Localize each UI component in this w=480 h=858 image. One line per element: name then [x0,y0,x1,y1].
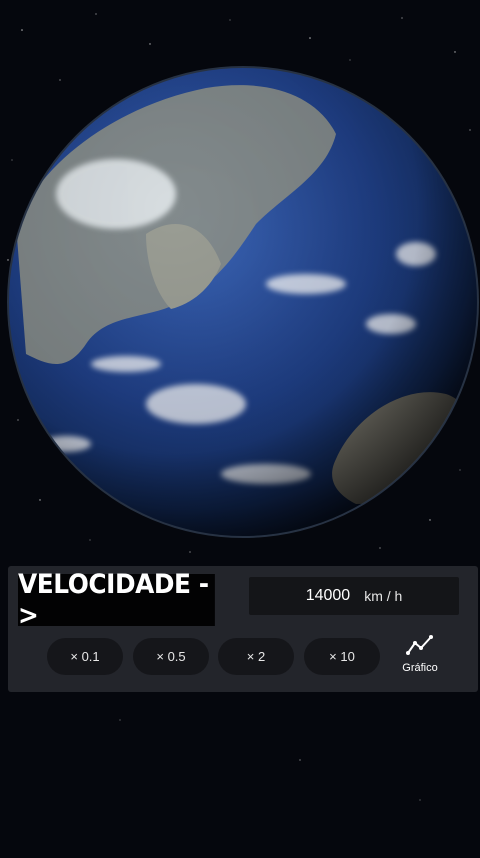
speed-value: 14000 [305,587,351,604]
line-chart-icon [406,635,433,655]
graph-label: Gráfico [402,662,438,674]
multiplier-0-5-button[interactable]: × 0.5 [133,638,209,675]
speed-unit: km / h [364,588,403,604]
multiplier-10-button[interactable]: × 10 [304,638,380,675]
multiplier-0-1-button[interactable]: × 0.1 [47,638,123,675]
velocity-label: VELOCIDADE -> [18,569,215,631]
earth-icon [7,66,479,538]
simulation-control-panel: VELOCIDADE -> 14000 km / h × 0.1 × 0.5 ×… [8,566,478,692]
speed-input[interactable]: 14000 km / h [249,577,459,615]
multiplier-2-button[interactable]: × 2 [218,638,294,675]
earth-globe[interactable] [6,64,480,540]
graph-button[interactable]: Gráfico [394,634,446,686]
